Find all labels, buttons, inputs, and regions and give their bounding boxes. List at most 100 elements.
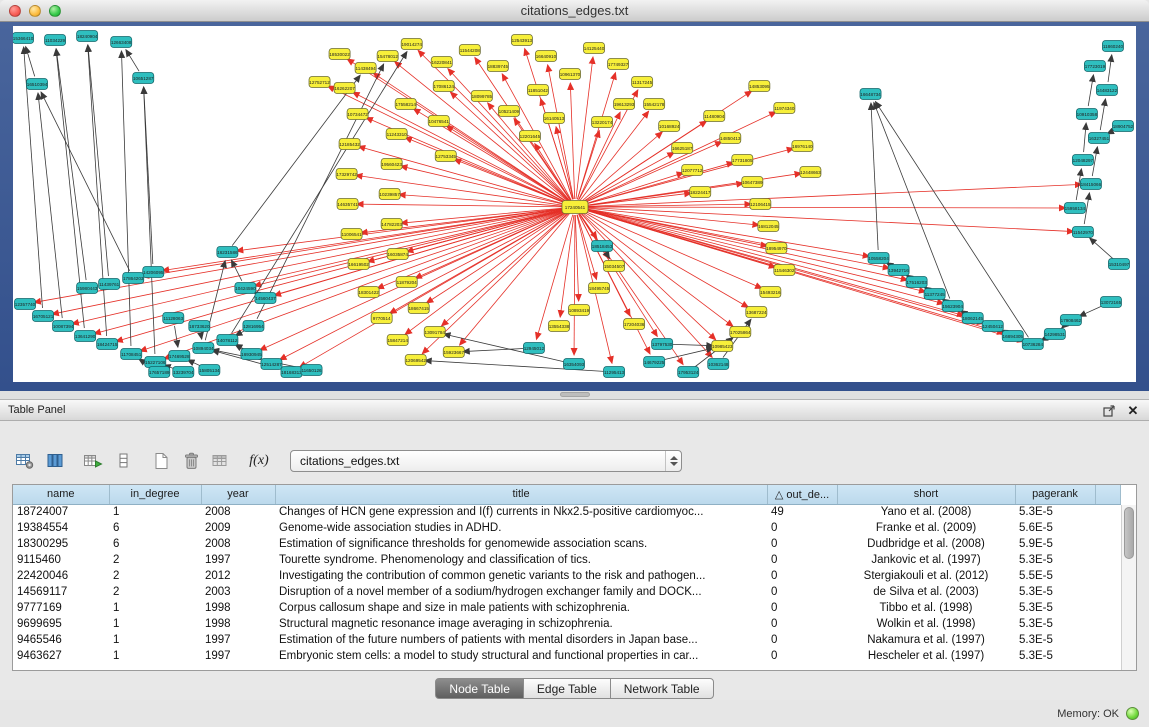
graph-node[interactable]: 17204036 xyxy=(624,319,645,330)
graph-node[interactable]: 17864203 xyxy=(123,273,144,284)
cell-year[interactable]: 1997 xyxy=(201,648,275,664)
column-header-title[interactable]: title xyxy=(275,485,767,504)
graph-node[interactable]: 17908462 xyxy=(1060,315,1081,326)
column-header-short[interactable]: short xyxy=(837,485,1015,504)
graph-node[interactable]: 12514287 xyxy=(261,359,282,370)
new-table-icon[interactable] xyxy=(148,448,174,474)
table-scrollbar[interactable] xyxy=(1121,505,1136,670)
graph-node[interactable]: 16327451 xyxy=(1088,133,1109,144)
graph-node[interactable]: 15623904 xyxy=(942,301,963,312)
graph-node[interactable]: 16231586 xyxy=(217,247,238,258)
column-header-name[interactable]: name xyxy=(13,485,109,504)
graph-node[interactable]: 12448663 xyxy=(800,167,821,178)
table-row[interactable]: 969969511998Structural magnetic resonanc… xyxy=(13,616,1121,632)
cell-pagerank[interactable]: 5.3E-5 xyxy=(1015,648,1095,664)
graph-node[interactable]: 17749327 xyxy=(608,59,629,70)
graph-node[interactable]: 16640910 xyxy=(535,51,556,62)
graph-node[interactable]: 10910358 xyxy=(1076,109,1097,120)
graph-node[interactable]: 18667415 xyxy=(408,303,429,314)
column-header-in_degree[interactable]: in_degree xyxy=(109,485,201,504)
table-settings-icon[interactable] xyxy=(12,448,38,474)
graph-node[interactable]: 11879204 xyxy=(396,277,417,288)
graph-node[interactable]: 11034229 xyxy=(45,35,66,46)
delete-table-icon[interactable] xyxy=(178,448,204,474)
cell-year[interactable]: 2008 xyxy=(201,504,275,520)
graph-node[interactable]: 12945012 xyxy=(523,343,544,354)
cell-pagerank[interactable]: 5.9E-5 xyxy=(1015,536,1095,552)
table-row[interactable]: 1872400712008Changes of HCN gene express… xyxy=(13,504,1121,520)
graph-node[interactable]: 12752712 xyxy=(309,77,330,88)
graph-node[interactable]: 11546302 xyxy=(774,265,795,276)
graph-node[interactable]: 11128063 xyxy=(163,313,184,324)
table-row[interactable]: 1456911722003Disruption of a novel membe… xyxy=(13,584,1121,600)
cell-title[interactable]: Tourette syndrome. Phenomenology and cla… xyxy=(275,552,767,568)
graph-node[interactable]: 16812045 xyxy=(758,221,779,232)
cell-title[interactable]: Estimation of the future numbers of pati… xyxy=(275,632,767,648)
graph-node[interactable]: 18099785 xyxy=(471,91,492,102)
window-titlebar[interactable]: citations_edges.txt xyxy=(0,0,1149,22)
graph-node[interactable]: 11243310 xyxy=(386,129,407,140)
cell-name[interactable]: 18300295 xyxy=(13,536,109,552)
graph-node[interactable]: 19014274 xyxy=(401,39,422,50)
cell-year[interactable]: 1997 xyxy=(201,552,275,568)
graph-node[interactable]: 10961370 xyxy=(559,69,580,80)
graph-node[interactable]: 13091784 xyxy=(424,327,445,338)
cell-short[interactable]: Franke et al. (2009) xyxy=(837,520,1015,536)
graph-node[interactable]: 11006541 xyxy=(341,229,362,240)
graph-node[interactable]: 16510394 xyxy=(27,79,48,90)
graph-node[interactable]: 15227106 xyxy=(145,357,166,368)
table-row[interactable]: 1938455462009Genome-wide association stu… xyxy=(13,520,1121,536)
graph-node[interactable]: 18904752 xyxy=(1112,121,1133,132)
table-row[interactable]: 1830029562008Estimation of significance … xyxy=(13,536,1121,552)
graph-node[interactable]: 17558214 xyxy=(395,99,416,110)
graph-node[interactable]: 14298531 xyxy=(1044,329,1065,340)
cell-out_degree[interactable]: 49 xyxy=(767,504,837,520)
graph-node[interactable]: 15980443 xyxy=(77,283,98,294)
graph-node[interactable]: 13797530 xyxy=(652,339,673,350)
table-row[interactable]: 946362711997Embryonic stem cells: a mode… xyxy=(13,648,1121,664)
graph-node[interactable]: 18301422 xyxy=(358,287,379,298)
graph-node[interactable]: 15847214 xyxy=(387,335,408,346)
graph-node[interactable]: 12816954 xyxy=(243,321,264,332)
graph-node[interactable]: 11544208 xyxy=(459,45,480,56)
graph-node[interactable]: 17329742 xyxy=(336,169,357,180)
graph-node[interactable]: 13220174 xyxy=(592,117,613,128)
graph-node[interactable]: 12543913 xyxy=(511,35,532,46)
memory-indicator-icon[interactable] xyxy=(1126,707,1139,720)
graph-node[interactable]: 16262207 xyxy=(334,83,355,94)
cell-pagerank[interactable]: 5.3E-5 xyxy=(1015,616,1095,632)
graph-node[interactable]: 14206095 xyxy=(143,267,164,278)
graph-node[interactable]: 16705121 xyxy=(33,311,54,322)
graph-node[interactable]: 18062145 xyxy=(962,313,983,324)
cell-pagerank[interactable]: 5.3E-5 xyxy=(1015,600,1095,616)
cell-in_degree[interactable]: 1 xyxy=(109,600,201,616)
graph-node[interactable]: 10521409 xyxy=(498,106,519,117)
graph-node[interactable]: 11377245 xyxy=(924,289,945,300)
graph-node[interactable]: 11480904 xyxy=(704,111,725,122)
graph-node[interactable]: 14853095 xyxy=(749,81,770,92)
cell-name[interactable]: 19384554 xyxy=(13,520,109,536)
cell-out_degree[interactable]: 0 xyxy=(767,616,837,632)
graph-node[interactable]: 17086124 xyxy=(433,81,454,92)
graph-node[interactable]: 14850413 xyxy=(720,133,741,144)
cell-out_degree[interactable]: 0 xyxy=(767,536,837,552)
graph-node[interactable]: 16140513 xyxy=(543,113,564,124)
cell-in_degree[interactable]: 1 xyxy=(109,632,201,648)
table-row[interactable]: 2242004622012Investigating the contribut… xyxy=(13,568,1121,584)
cell-out_degree[interactable]: 0 xyxy=(767,600,837,616)
graph-node[interactable]: 10647389 xyxy=(742,177,763,188)
graph-node[interactable]: 17469528 xyxy=(169,351,190,362)
graph-node[interactable]: 15923667 xyxy=(443,347,464,358)
graph-node[interactable]: 10424590 xyxy=(235,283,256,294)
cell-short[interactable]: Nakamura et al. (1997) xyxy=(837,632,1015,648)
cell-title[interactable]: Investigating the contribution of common… xyxy=(275,568,767,584)
graph-node[interactable]: 11439761 xyxy=(99,279,120,290)
graph-node[interactable]: 17657189 xyxy=(149,367,170,378)
graph-node[interactable]: 14078112 xyxy=(217,335,238,346)
graph-node[interactable]: 14483122 xyxy=(1096,85,1117,96)
close-panel-icon[interactable]: ✕ xyxy=(1125,402,1141,418)
graph-node[interactable]: 10558204 xyxy=(868,253,889,264)
graph-node[interactable]: 14635741 xyxy=(337,199,358,210)
graph-node[interactable]: 18168313 xyxy=(281,367,302,378)
cell-name[interactable]: 9115460 xyxy=(13,552,109,568)
